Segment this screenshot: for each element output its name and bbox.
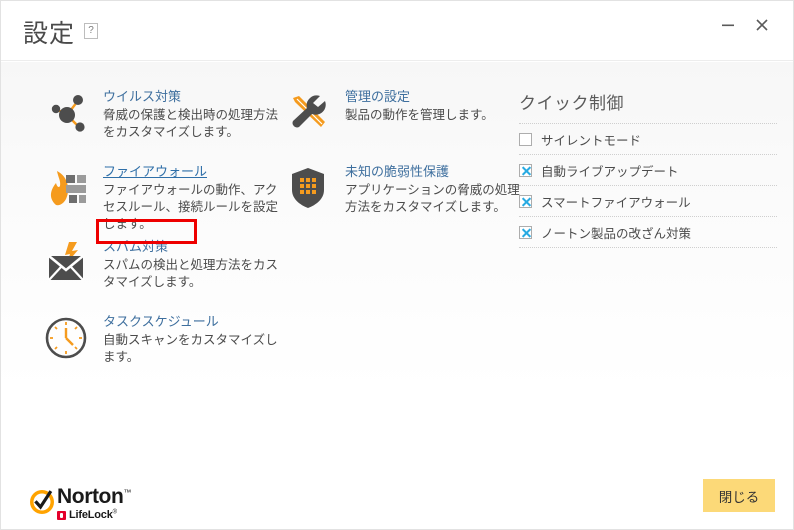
checkbox-tamper-protection[interactable] [519,225,532,239]
shield-grid-icon [281,161,335,215]
brand-name-norton: Norton™ [57,485,132,508]
settings-content: ウイルス対策 脅威の保護と検出時の処理方法をカスタマイズします。 ファイアウォー… [1,62,793,461]
settings-tile-desc: 自動スキャンをカスタマイズします。 [103,333,278,364]
wrench-screwdriver-icon [281,86,335,140]
molecule-icon [39,86,93,140]
brand-name-lifelock: LifeLock® [69,509,117,521]
settings-window: 設定 ? ウイルス対策 脅威の保護と検出時の処理方法をカスタマイズします。 ファ… [0,0,794,530]
quick-control-auto-liveupdate[interactable]: 自動ライブアップデート [519,154,777,185]
quick-control-label: サイレントモード [541,133,642,148]
quick-control-smart-firewall[interactable]: スマートファイアウォール [519,185,777,216]
minimize-icon [713,18,743,32]
settings-tile-text: スパム対策 スパムの検出と処理方法をカスタマイズします。 [103,236,283,291]
page-title: 設定 [23,20,76,48]
norton-checkmark-icon [29,489,55,515]
settings-tile-title[interactable]: スパム対策 [103,238,283,256]
quick-control-silent-mode[interactable]: サイレントモード [519,123,777,154]
settings-tile-title[interactable]: 管理の設定 [345,88,494,106]
norton-wordmark: Norton™ LifeLock® [57,483,131,521]
help-icon[interactable]: ? [84,23,98,39]
norton-logo: Norton™ LifeLock® [29,483,131,521]
settings-tile-desc: 製品の動作を管理します。 [345,108,494,122]
close-icon [747,18,777,32]
lifelock-wordmark: LifeLock® [57,509,131,521]
footer-bar: Norton™ LifeLock® 閉じる [1,461,793,529]
title-bar: 設定 ? [1,1,793,61]
settings-tile-antivirus[interactable]: ウイルス対策 脅威の保護と検出時の処理方法をカスタマイズします。 [39,86,278,141]
close-button[interactable]: 閉じる [703,479,775,512]
lifelock-lock-icon [57,510,66,520]
settings-tile-title[interactable]: 未知の脆弱性保護 [345,163,525,181]
quick-controls-panel: クイック制御 サイレントモード 自動ライブアップデート スマートファイアウォール… [519,89,777,248]
settings-tile-desc: アプリケーションの脅威の処理方法をカスタマイズします。 [345,183,520,214]
quick-controls-title: クイック制御 [519,94,624,113]
settings-tile-desc: 脅威の保護と検出時の処理方法をカスタマイズします。 [103,108,279,139]
settings-tile-desc: ファイアウォールの動作、アクセスルール、接続ルールを設定します。 [103,183,279,231]
close-window-button[interactable] [747,11,777,39]
clock-icon [39,311,93,365]
settings-tile-text: ウイルス対策 脅威の保護と検出時の処理方法をカスタマイズします。 [103,86,278,141]
quick-control-label: ノートン製品の改ざん対策 [541,226,692,241]
checkbox-auto-liveupdate[interactable] [519,163,532,177]
settings-tile-desc: スパムの検出と処理方法をカスタマイズします。 [103,258,279,289]
settings-tile-antispam[interactable]: スパム対策 スパムの検出と処理方法をカスタマイズします。 [39,236,283,291]
settings-tile-title[interactable]: ウイルス対策 [103,88,278,106]
quick-control-tamper-protection[interactable]: ノートン製品の改ざん対策 [519,216,777,248]
settings-tile-intrusion-prevention[interactable]: 未知の脆弱性保護 アプリケーションの脅威の処理方法をカスタマイズします。 [281,161,525,216]
settings-tile-task-schedule[interactable]: タスクスケジュール 自動スキャンをカスタマイズします。 [39,311,283,366]
settings-tile-text: タスクスケジュール 自動スキャンをカスタマイズします。 [103,311,283,366]
settings-tile-text: 管理の設定 製品の動作を管理します。 [345,86,494,124]
quick-control-label: 自動ライブアップデート [541,164,679,179]
settings-tile-title[interactable]: タスクスケジュール [103,313,283,331]
settings-tile-firewall[interactable]: ファイアウォール ファイアウォールの動作、アクセスルール、接続ルールを設定します… [39,161,278,233]
settings-tile-text: ファイアウォール ファイアウォールの動作、アクセスルール、接続ルールを設定します… [103,161,278,233]
firewall-flame-icon [39,161,93,215]
checkbox-silent-mode[interactable] [519,132,532,146]
settings-tile-title[interactable]: ファイアウォール [103,163,278,181]
checkbox-smart-firewall[interactable] [519,194,532,208]
spam-mail-icon [39,236,93,290]
minimize-button[interactable] [713,11,743,39]
quick-control-label: スマートファイアウォール [541,195,691,210]
settings-tile-text: 未知の脆弱性保護 アプリケーションの脅威の処理方法をカスタマイズします。 [345,161,525,216]
settings-tile-administrative[interactable]: 管理の設定 製品の動作を管理します。 [281,86,494,140]
